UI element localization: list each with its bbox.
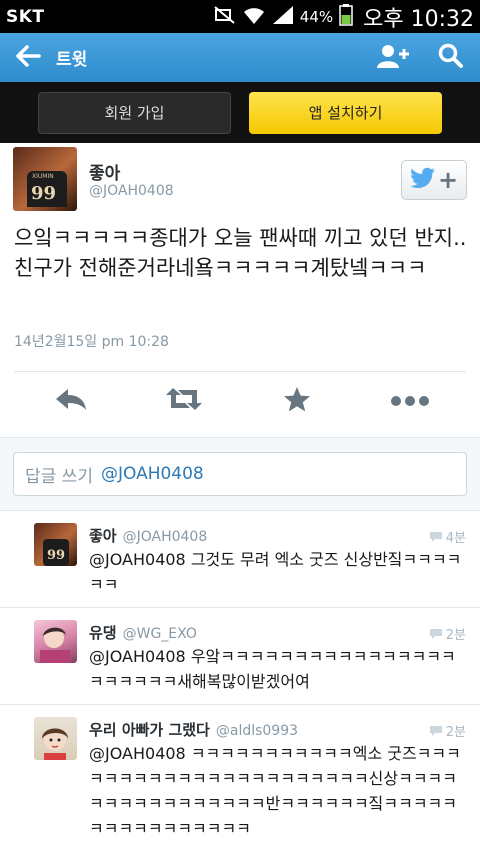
reply-time: 2분 (429, 721, 466, 740)
avatar[interactable] (34, 717, 77, 760)
retweet-icon (164, 386, 204, 416)
signup-bar: 회원 가입 앱 설치하기 (0, 82, 480, 143)
reply-time-label: 2분 (445, 725, 466, 740)
reply-time: 4분 (429, 527, 466, 546)
reply-author[interactable]: 유댕 @WG_EXO (89, 622, 197, 643)
list-item[interactable]: 우리 아빠가 그랬다 @aldls0993 2분 @JOAH0408 ㅋㅋㅋㅋㅋㅋ… (0, 705, 480, 853)
add-user-button[interactable] (364, 33, 422, 82)
tweet-text: 으잌ㅋㅋㅋㅋㅋ종대가 오늘 팬싸때 끼고 있던 반지.. 친구가 전해준거라네욬… (14, 226, 467, 280)
reply-time-label: 4분 (445, 531, 466, 546)
reply-button[interactable] (41, 381, 101, 421)
reply-author-name: 우리 아빠가 그랬다 (89, 721, 210, 739)
signal-icon (272, 5, 294, 29)
follow-button[interactable]: + (401, 160, 467, 200)
back-arrow-icon (15, 44, 41, 71)
tweet-author-handle[interactable]: @JOAH0408 (89, 183, 174, 199)
signup-button[interactable]: 회원 가입 (38, 91, 231, 134)
clock: 오후 10:32 (363, 6, 474, 32)
reply-author-handle: @JOAH0408 (122, 529, 208, 545)
reply-author-name: 유댕 (89, 624, 117, 642)
speech-bubble-icon (429, 628, 442, 639)
reply-text: @JOAH0408 우앜ㅋㅋㅋㅋㅋㅋㅋㅋㅋㅋㅋㅋㅋㅋㅋㅋㅋㅋㅋㅋㅋㅋ새해복많이받… (89, 647, 456, 691)
battery-icon (339, 3, 353, 30)
back-button[interactable] (0, 33, 56, 82)
reply-mention: @JOAH0408 (100, 464, 204, 484)
carrier-label: SKT (6, 6, 45, 27)
mute-icon (214, 5, 236, 28)
reply-author[interactable]: 우리 아빠가 그랬다 @aldls0993 (89, 719, 298, 740)
search-button[interactable] (422, 33, 480, 82)
battery-percent: 44% (299, 7, 334, 26)
speech-bubble-icon (429, 725, 442, 736)
top-nav-bar: 트윗 (0, 33, 480, 82)
add-user-icon (376, 43, 410, 73)
reply-text: @JOAH0408 그것도 무려 엑소 굿즈 신상반짘ㅋㅋㅋㅋㅋㅋ (89, 550, 462, 594)
list-item[interactable]: 99 좋아 @JOAH0408 4분 @JOAH0408 그것도 무려 엑소 굿즈… (0, 511, 480, 608)
status-bar: SKT 44% 오후 10:32 (0, 0, 480, 33)
reply-input[interactable]: 답글 쓰기 @JOAH0408 (13, 452, 467, 496)
reply-author[interactable]: 좋아 @JOAH0408 (89, 525, 207, 546)
reply-icon (54, 386, 88, 416)
twitter-bird-icon (410, 167, 436, 193)
speech-bubble-icon (429, 531, 442, 542)
reply-list: 99 좋아 @JOAH0408 4분 @JOAH0408 그것도 무려 엑소 굿즈… (0, 511, 480, 853)
reply-text: @JOAH0408 ㅋㅋㅋㅋㅋㅋㅋㅋㅋㅋㅋ엑소 굿즈ㅋㅋㅋㅋㅋㅋㅋㅋㅋㅋㅋㅋㅋㅋ… (89, 744, 461, 838)
svg-text:99: 99 (47, 548, 65, 563)
list-item[interactable]: 유댕 @WG_EXO 2분 @JOAH0408 우앜ㅋㅋㅋㅋㅋㅋㅋㅋㅋㅋㅋㅋㅋㅋㅋ… (0, 608, 480, 705)
install-app-button[interactable]: 앱 설치하기 (249, 91, 442, 134)
retweet-button[interactable] (154, 381, 214, 421)
reply-author-name: 좋아 (89, 527, 117, 545)
reply-author-handle: @WG_EXO (122, 626, 197, 642)
favorite-star-icon (283, 386, 311, 417)
reply-author-handle: @aldls0993 (215, 723, 299, 739)
avatar[interactable]: XIUMIN 99 (13, 147, 77, 211)
reply-composer: 답글 쓰기 @JOAH0408 (0, 437, 480, 511)
page-title: 트윗 (56, 50, 88, 70)
divider (14, 371, 466, 372)
avatar[interactable]: 99 (34, 523, 77, 566)
wifi-icon (242, 5, 266, 29)
tweet-actions (14, 375, 466, 427)
reply-time-label: 2분 (445, 628, 466, 643)
plus-icon: + (437, 166, 459, 194)
reply-time: 2분 (429, 624, 466, 643)
reply-placeholder: 답글 쓰기 (25, 466, 93, 487)
tweet-author-name[interactable]: 좋아 (89, 159, 120, 184)
tweet-timestamp: 14년2월15일 pm 10:28 (14, 334, 169, 350)
favorite-button[interactable] (267, 381, 327, 421)
search-icon (438, 43, 464, 73)
more-dots-icon (390, 392, 430, 411)
more-button[interactable] (380, 381, 440, 421)
tweet-detail: XIUMIN 99 좋아 @JOAH0408 + 으잌ㅋㅋㅋㅋㅋ종대가 오늘 팬… (0, 143, 480, 411)
avatar[interactable] (34, 620, 77, 663)
